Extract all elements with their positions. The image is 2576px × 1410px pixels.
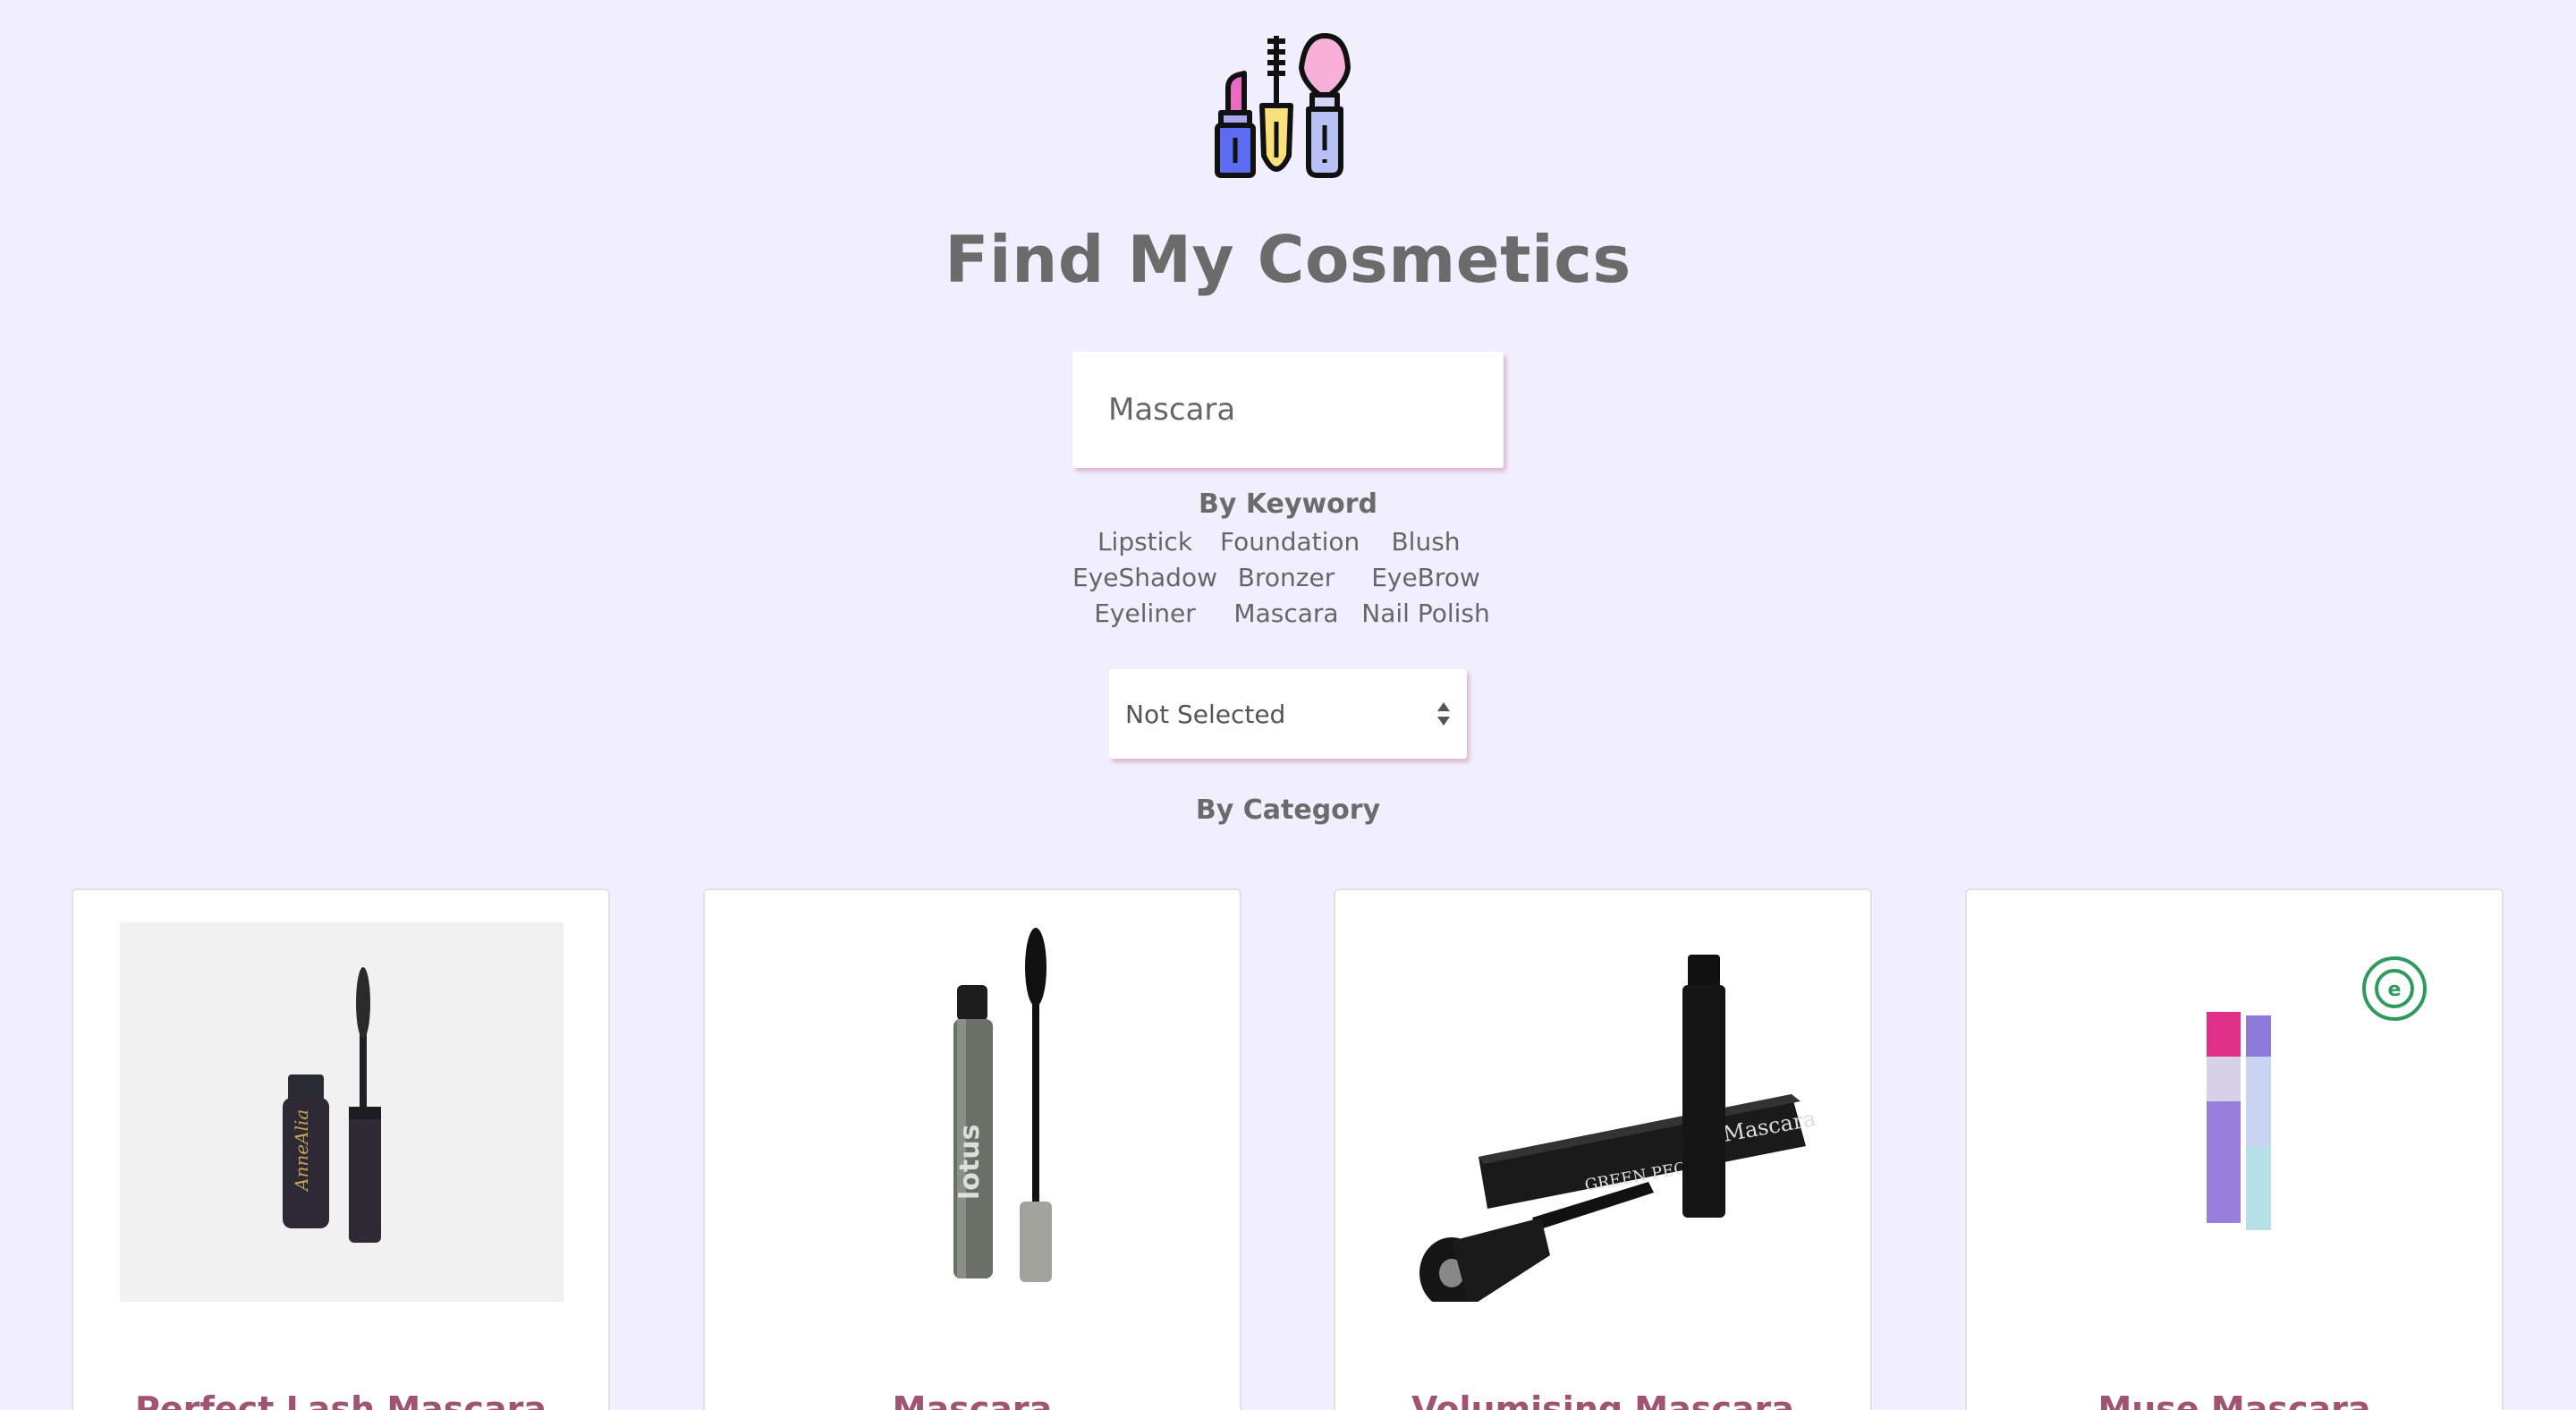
page-title: Find My Cosmetics xyxy=(945,222,1631,297)
product-image-mascara-icon: e xyxy=(2012,922,2459,1302)
product-image-mascara-icon: lotus xyxy=(750,922,1197,1302)
page: Find My Cosmetics By Keyword Lipstick Fo… xyxy=(0,0,2576,1410)
product-card[interactable]: AnneAlia Perfect Lash Mascara xyxy=(72,888,610,1410)
search-input[interactable] xyxy=(1072,352,1504,468)
product-name[interactable]: Perfect Lash Mascara xyxy=(73,1389,608,1410)
product-name[interactable]: Volumising Mascara xyxy=(1335,1389,1870,1410)
product-name[interactable]: Mascara xyxy=(705,1389,1240,1410)
svg-text:AnneAlia: AnneAlia xyxy=(291,1109,312,1193)
keyword-grid: Lipstick Foundation Blush EyeShadow Bron… xyxy=(1070,526,1499,630)
keyword-nail-polish[interactable]: Nail Polish xyxy=(1352,598,1499,630)
select-arrows-icon xyxy=(1436,701,1451,727)
keyword-bronzer[interactable]: Bronzer xyxy=(1220,562,1352,594)
category-heading: By Category xyxy=(1195,794,1381,826)
product-image-mascara-icon: GREEN PEOPLE Mascara xyxy=(1380,922,1827,1302)
product-name[interactable]: Muse Mascara xyxy=(1967,1389,2502,1410)
product-card[interactable]: lotus Mascara xyxy=(703,888,1241,1410)
category-select[interactable]: Not Selected xyxy=(1109,669,1467,759)
category-select-value: Not Selected xyxy=(1125,699,1286,729)
keyword-foundation[interactable]: Foundation xyxy=(1220,526,1360,558)
svg-text:lotus: lotus xyxy=(954,1125,986,1200)
keyword-mascara[interactable]: Mascara xyxy=(1220,598,1352,630)
keyword-eyeshadow[interactable]: EyeShadow xyxy=(1070,562,1220,594)
keyword-lipstick[interactable]: Lipstick xyxy=(1070,526,1220,558)
makeup-logo-icon xyxy=(1215,33,1351,178)
keyword-eyeliner[interactable]: Eyeliner xyxy=(1070,598,1220,630)
keyword-eyebrow[interactable]: EyeBrow xyxy=(1352,562,1499,594)
product-card[interactable]: e Muse Mascara xyxy=(1965,888,2504,1410)
svg-text:e: e xyxy=(2388,979,2402,1001)
product-card[interactable]: GREEN PEOPLE Mascara Volumising Mascara xyxy=(1334,888,1872,1410)
keyword-blush[interactable]: Blush xyxy=(1352,526,1499,558)
keyword-heading: By Keyword xyxy=(1198,488,1378,520)
product-image-mascara-icon: AnneAlia xyxy=(120,922,564,1302)
